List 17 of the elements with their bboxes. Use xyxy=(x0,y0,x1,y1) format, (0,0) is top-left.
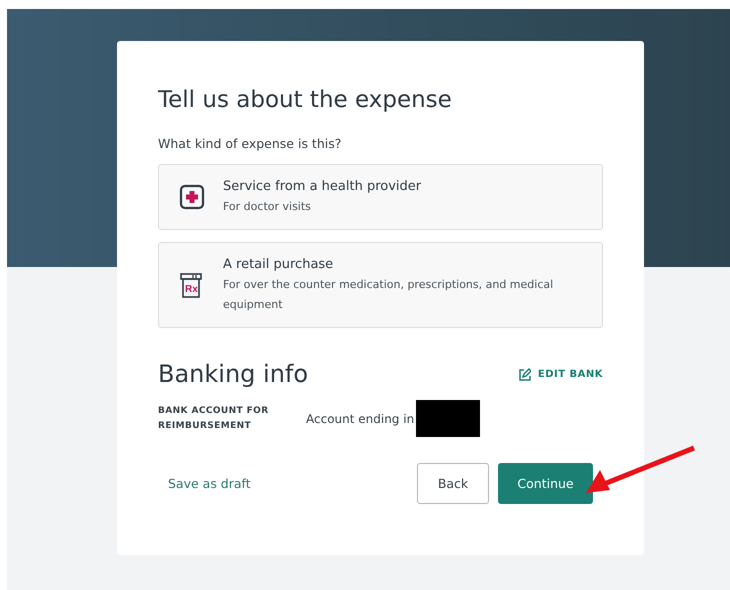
option-description: For over the counter medication, prescriptions, and medical equipment xyxy=(223,277,554,313)
continue-button[interactable]: Continue xyxy=(498,463,593,504)
page-heading: Tell us about the expense xyxy=(158,86,453,115)
edit-icon xyxy=(518,368,531,380)
account-text: Account ending in xyxy=(306,412,414,426)
expense-option[interactable]: Service from a health provider For doctor visits xyxy=(158,164,603,230)
question-text: What kind of expense is this? xyxy=(158,136,342,151)
edit-bank-link[interactable]: EDIT BANK xyxy=(518,368,603,380)
save-draft-link[interactable]: Save as draft xyxy=(168,476,251,491)
option-description: For doctor visits xyxy=(223,199,312,215)
option-title: Service from a health provider xyxy=(223,178,422,196)
health-cross-icon xyxy=(179,184,205,210)
option-title: A retail purchase xyxy=(223,256,334,274)
expense-option[interactable]: Rx A retail purchase For over the counter medication, prescriptions, and medical equipment xyxy=(158,242,603,328)
account-label: BANK ACCOUNT FOR REIMBURSEMENT xyxy=(158,404,270,432)
back-button[interactable]: Back xyxy=(417,463,489,504)
section-heading: Banking info xyxy=(158,360,308,388)
